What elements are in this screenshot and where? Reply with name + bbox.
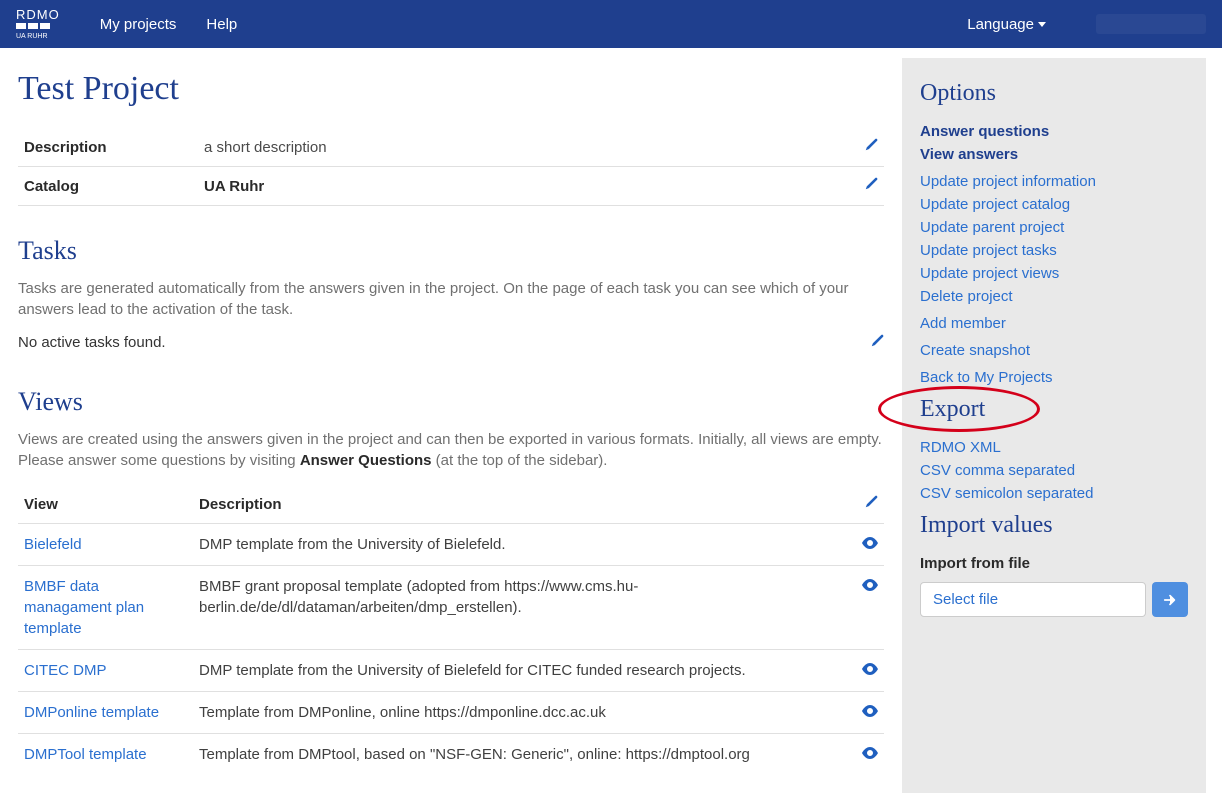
views-heading: Views — [18, 387, 884, 417]
language-label: Language — [967, 16, 1034, 33]
meta-description-label: Description — [18, 128, 198, 167]
views-intro: Views are created using the answers give… — [18, 429, 884, 471]
eye-icon[interactable] — [862, 746, 878, 763]
view-description: BMBF grant proposal template (adopted fr… — [193, 566, 854, 650]
sidebar-link[interactable]: CSV semicolon separated — [920, 485, 1093, 502]
sidebar-link[interactable]: RDMO XML — [920, 439, 1001, 456]
language-dropdown[interactable]: Language — [967, 16, 1046, 33]
pencil-icon[interactable] — [864, 139, 878, 156]
views-col-desc: Description — [193, 485, 854, 524]
nav-help[interactable]: Help — [206, 16, 237, 33]
eye-icon[interactable] — [862, 536, 878, 553]
meta-description-value: a short description — [198, 128, 854, 167]
meta-catalog-label: Catalog — [18, 167, 198, 206]
view-description: Template from DMPtool, based on "NSF-GEN… — [193, 734, 854, 776]
main-content: Test Project Description a short descrip… — [0, 48, 902, 793]
view-description: Template from DMPonline, online https://… — [193, 692, 854, 734]
nav-my-projects[interactable]: My projects — [100, 16, 177, 33]
table-row: BMBF data managament plan template BMBF g… — [18, 566, 884, 650]
tasks-empty: No active tasks found. — [18, 334, 870, 351]
view-link[interactable]: CITEC DMP — [24, 662, 107, 679]
brand-text-bottom: UA RUHR — [16, 33, 48, 40]
sidebar-link[interactable]: Update parent project — [920, 219, 1064, 236]
import-heading: Import values — [920, 512, 1188, 539]
page-title: Test Project — [18, 70, 884, 108]
sidebar-link[interactable]: View answers — [920, 146, 1018, 163]
brand-text-top: RDMO — [16, 8, 60, 21]
view-description: DMP template from the University of Biel… — [193, 650, 854, 692]
sidebar: Options Answer questions View answers Upd… — [902, 58, 1206, 793]
table-row: Bielefeld DMP template from the Universit… — [18, 524, 884, 566]
sidebar-link[interactable]: Back to My Projects — [920, 369, 1053, 386]
meta-catalog-value: UA Ruhr — [198, 167, 854, 206]
sidebar-link[interactable]: Update project views — [920, 265, 1059, 282]
pencil-icon[interactable] — [864, 178, 878, 195]
tasks-heading: Tasks — [18, 236, 884, 266]
sidebar-link[interactable]: Add member — [920, 315, 1006, 332]
pencil-icon[interactable] — [864, 496, 878, 513]
arrow-right-icon — [1163, 593, 1177, 607]
sidebar-link[interactable]: Update project information — [920, 173, 1096, 190]
table-row: DMPTool template Template from DMPtool, b… — [18, 734, 884, 776]
sidebar-link[interactable]: Delete project — [920, 288, 1013, 305]
views-col-view: View — [18, 485, 193, 524]
sidebar-link[interactable]: Create snapshot — [920, 342, 1030, 359]
project-meta-table: Description a short description Catalog … — [18, 128, 884, 206]
navbar: RDMO UA RUHR My projects Help Language — [0, 0, 1222, 48]
sidebar-link[interactable]: Answer questions — [920, 123, 1049, 140]
eye-icon[interactable] — [862, 704, 878, 721]
brand-graphic — [16, 23, 50, 29]
export-heading: Export — [920, 396, 1188, 423]
chevron-down-icon — [1038, 22, 1046, 27]
brand-logo[interactable]: RDMO UA RUHR — [16, 8, 60, 40]
eye-icon[interactable] — [862, 662, 878, 679]
tasks-intro: Tasks are generated automatically from t… — [18, 278, 884, 320]
view-link[interactable]: BMBF data managament plan template — [24, 578, 144, 637]
sidebar-link[interactable]: CSV comma separated — [920, 462, 1075, 479]
sidebar-link[interactable]: Update project catalog — [920, 196, 1070, 213]
view-link[interactable]: DMPTool template — [24, 746, 147, 763]
pencil-icon[interactable] — [870, 334, 884, 352]
view-link[interactable]: Bielefeld — [24, 536, 82, 553]
options-heading: Options — [920, 80, 1188, 107]
import-submit-button[interactable] — [1152, 582, 1188, 617]
eye-icon[interactable] — [862, 578, 878, 595]
user-menu[interactable] — [1096, 14, 1206, 34]
sidebar-link[interactable]: Update project tasks — [920, 242, 1057, 259]
view-description: DMP template from the University of Biel… — [193, 524, 854, 566]
view-link[interactable]: DMPonline template — [24, 704, 159, 721]
views-table: View Description Bielefeld DMP template f… — [18, 485, 884, 775]
import-from-file-label: Import from file — [920, 555, 1188, 572]
table-row: CITEC DMP DMP template from the Universit… — [18, 650, 884, 692]
select-file-button[interactable]: Select file — [920, 582, 1146, 617]
table-row: DMPonline template Template from DMPonlin… — [18, 692, 884, 734]
